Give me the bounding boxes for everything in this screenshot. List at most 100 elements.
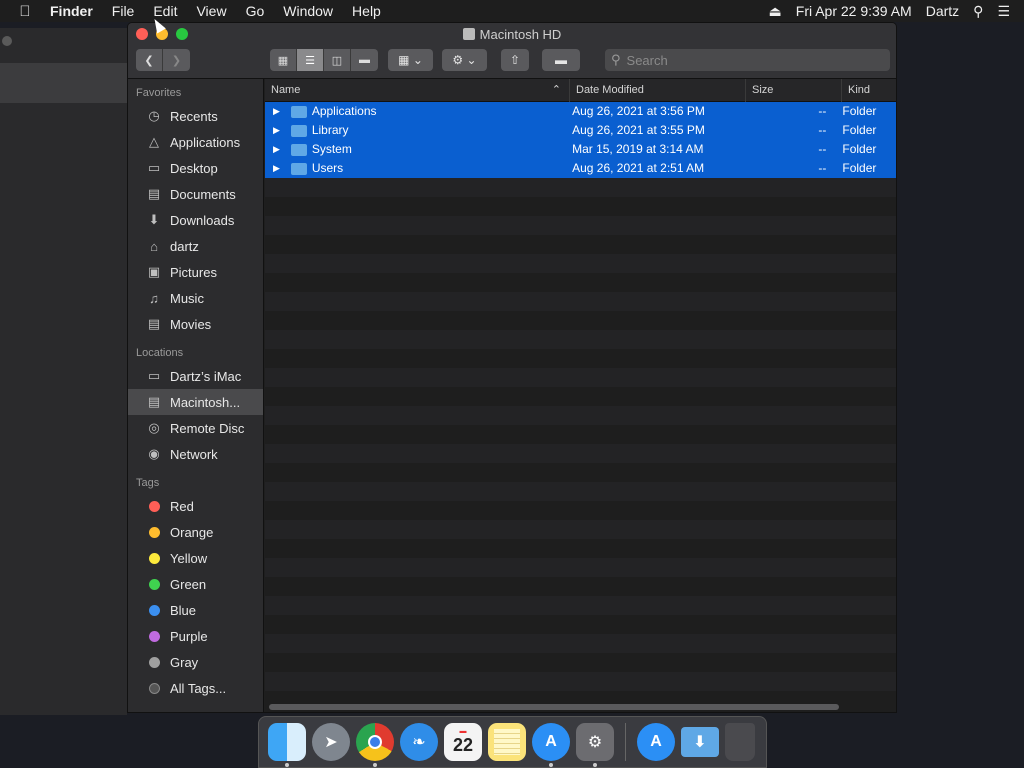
notification-center-icon[interactable]: ☰ [997, 3, 1010, 20]
empty-row [265, 292, 896, 311]
sidebar-item-music[interactable]: ♫ Music [128, 285, 263, 311]
sidebar-all-tags[interactable]: All Tags... [128, 675, 263, 701]
app-store-icon[interactable]: A [532, 723, 570, 767]
sidebar-item-label: Remote Disc [170, 420, 245, 436]
eject-icon[interactable]: ⏏ [769, 3, 782, 20]
group-button[interactable]: ▦ ⌄ [388, 49, 433, 71]
column-header-name[interactable]: Name ⌃ [265, 79, 570, 102]
empty-row [265, 311, 896, 330]
window-title: Macintosh HD [128, 27, 896, 42]
disclosure-triangle-icon[interactable]: ▶ [273, 163, 285, 174]
icon-view-button[interactable]: ▦ [270, 49, 297, 71]
share-button[interactable]: ⇧ [501, 49, 529, 71]
running-indicator [549, 763, 553, 767]
sidebar-tag-green[interactable]: Green [128, 571, 263, 597]
file-kind: Folder [842, 161, 877, 175]
sidebar-item-macintosh-hd[interactable]: ▤ Macintosh... [128, 389, 263, 415]
notes-icon[interactable] [488, 723, 526, 761]
gear-icon: ⚙ [452, 53, 464, 67]
menu-window[interactable]: Window [283, 3, 333, 19]
disclosure-triangle-icon[interactable]: ▶ [273, 106, 285, 117]
apple-icon[interactable]:  [0, 3, 50, 20]
spotlight-search-icon[interactable]: ⚲ [973, 3, 983, 20]
gallery-icon: ▬ [359, 54, 370, 66]
folder-icon [290, 162, 307, 175]
empty-row [265, 615, 896, 634]
menu-finder[interactable]: Finder [50, 3, 93, 19]
menu-file[interactable]: File [112, 3, 135, 19]
forward-button[interactable]: ❯ [163, 49, 190, 71]
horizontal-scrollbar[interactable] [269, 704, 839, 710]
sidebar-item-remote-disc[interactable]: ◎ Remote Disc [128, 415, 263, 441]
sidebar-item-movies[interactable]: ▤ Movies [128, 311, 263, 337]
chevron-down-icon: ⌄ [412, 53, 423, 67]
table-row[interactable]: ▶ Library Aug 26, 2021 at 3:55 PM -- Fol… [265, 121, 896, 140]
sidebar-item-applications[interactable]: △ Applications [128, 129, 263, 155]
gallery-view-button[interactable]: ▬ [351, 49, 378, 71]
column-header-size[interactable]: Size [746, 79, 842, 102]
sidebar-tag-purple[interactable]: Purple [128, 623, 263, 649]
finder-icon[interactable] [268, 723, 306, 767]
empty-row [265, 596, 896, 615]
sidebar-tag-gray[interactable]: Gray [128, 649, 263, 675]
menu-go[interactable]: Go [246, 3, 265, 19]
empty-row [265, 406, 896, 425]
chevron-down-icon: ⌄ [466, 53, 477, 67]
table-row[interactable]: ▶ Users Aug 26, 2021 at 2:51 AM -- Folde… [265, 159, 896, 178]
system-preferences-icon[interactable]: ⚙ [576, 723, 614, 767]
menu-datetime[interactable]: Fri Apr 22 9:39 AM [796, 3, 912, 19]
sidebar-tag-red[interactable]: Red [128, 493, 263, 519]
menu-view[interactable]: View [196, 3, 226, 19]
sidebar-item-home[interactable]: ⌂ dartz [128, 233, 263, 259]
sidebar-item-downloads[interactable]: ⬇ Downloads [128, 207, 263, 233]
sidebar-item-label: Purple [170, 628, 208, 644]
menu-help[interactable]: Help [352, 3, 381, 19]
file-list: Name ⌃ Date Modified Size Kind ▶ Applicat… [265, 79, 896, 712]
trash-icon[interactable] [725, 723, 755, 761]
search-field[interactable]: ⚲ [605, 49, 890, 71]
disclosure-triangle-icon[interactable]: ▶ [273, 144, 285, 155]
running-indicator [593, 763, 597, 767]
sidebar-tag-blue[interactable]: Blue [128, 597, 263, 623]
sidebar-tag-orange[interactable]: Orange [128, 519, 263, 545]
table-row[interactable]: ▶ System Mar 15, 2019 at 3:14 AM -- Fold… [265, 140, 896, 159]
column-view-button[interactable]: ◫ [324, 49, 351, 71]
calendar-icon[interactable]: ▬ 22 [444, 723, 482, 761]
back-button[interactable]: ❮ [136, 49, 163, 71]
menu-user[interactable]: Dartz [926, 3, 959, 19]
column-header-date[interactable]: Date Modified [570, 79, 746, 102]
imac-icon: ▭ [147, 368, 161, 383]
action-button[interactable]: ⚙ ⌄ [442, 49, 487, 71]
sort-ascending-icon: ⌃ [551, 83, 561, 96]
search-input[interactable] [626, 52, 867, 68]
column-header-label: Name [271, 83, 301, 96]
sidebar-item-label: Blue [170, 602, 197, 618]
app-store-downloads-icon[interactable]: A [637, 723, 675, 761]
folder-icon [290, 124, 307, 137]
table-row[interactable]: ▶ Applications Aug 26, 2021 at 3:56 PM -… [265, 102, 896, 121]
sidebar-item-imac[interactable]: ▭ Dartz’s iMac [128, 363, 263, 389]
background-window [0, 28, 127, 715]
folder-icon [290, 143, 307, 156]
empty-row [265, 273, 896, 292]
sidebar-item-label: Documents [170, 186, 236, 202]
sidebar-item-recents[interactable]: ◷ Recents [128, 103, 263, 129]
folder-icon[interactable]: ⬇ [681, 727, 719, 757]
empty-row [265, 653, 896, 672]
sidebar-item-network[interactable]: ◉ Network [128, 441, 263, 467]
sidebar-item-pictures[interactable]: ▣ Pictures [128, 259, 263, 285]
sidebar-item-desktop[interactable]: ▭ Desktop [128, 155, 263, 181]
disclosure-triangle-icon[interactable]: ▶ [273, 125, 285, 136]
column-header-kind[interactable]: Kind [842, 79, 896, 102]
sidebar-item-documents[interactable]: ▤ Documents [128, 181, 263, 207]
list-view-button[interactable]: ☰ [297, 49, 324, 71]
file-rows: ▶ Applications Aug 26, 2021 at 3:56 PM -… [265, 102, 896, 710]
columns-icon: ◫ [331, 54, 343, 67]
locations-header: Locations [136, 347, 184, 359]
chrome-icon[interactable] [356, 723, 394, 767]
safari-icon[interactable]: ❧ [400, 723, 438, 761]
sidebar-tag-yellow[interactable]: Yellow [128, 545, 263, 571]
empty-row [265, 235, 896, 254]
tags-button[interactable]: ▬ [542, 49, 580, 71]
launchpad-icon[interactable]: ➤ [312, 723, 350, 761]
